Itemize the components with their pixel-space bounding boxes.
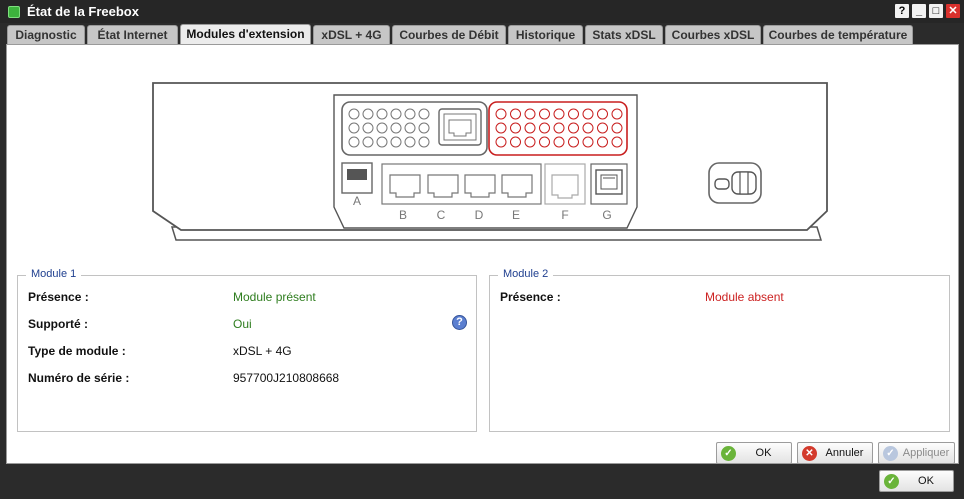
module1-type-value: xDSL + 4G (233, 344, 292, 358)
vent-hole (495, 108, 507, 120)
vent-hole (597, 136, 608, 148)
check-icon: ✓ (884, 473, 899, 489)
vent-hole (348, 108, 360, 120)
vent-hole (611, 122, 623, 134)
vent-hole (390, 122, 402, 134)
vent-hole (539, 122, 550, 134)
vent-hole (597, 122, 608, 134)
vent-hole (418, 108, 430, 120)
check-icon: ✓ (721, 445, 736, 461)
window-controls: ? _ □ ✕ (895, 4, 960, 18)
vent-hole (524, 136, 536, 148)
port-label-a: A (353, 194, 361, 208)
tab-diagnostic[interactable]: Diagnostic (7, 25, 85, 45)
tab-courbes-debit[interactable]: Courbes de Débit (392, 25, 506, 45)
maximize-button[interactable]: □ (929, 4, 943, 18)
window-title: État de la Freebox (27, 4, 139, 19)
module1-supported-label: Supporté : (28, 317, 88, 331)
vent-hole (495, 122, 507, 134)
vent-hole (524, 108, 536, 120)
port-label-e: E (512, 208, 520, 222)
vent-hole (611, 108, 623, 120)
freebox-rear-diagram: A B C D E F G (152, 82, 828, 241)
vent-hole (390, 108, 402, 120)
tab-historique[interactable]: Historique (508, 25, 583, 45)
port-label-f: F (561, 208, 568, 222)
tab-xdsl-4g[interactable]: xDSL + 4G (313, 25, 390, 45)
vent-hole (362, 108, 374, 120)
cancel-icon: ✕ (802, 445, 817, 461)
help-window-button[interactable]: ? (895, 4, 909, 18)
module1-presence-label: Présence : (28, 290, 89, 304)
vent-hole (553, 108, 565, 120)
ok-button[interactable]: ✓ OK (716, 442, 792, 464)
tab-modules-extension[interactable]: Modules d'extension (180, 24, 311, 46)
tab-etat-internet[interactable]: État Internet (87, 25, 178, 45)
close-button[interactable]: ✕ (946, 4, 960, 18)
outer-ok-button[interactable]: ✓ OK (879, 470, 954, 492)
vent-hole (362, 136, 374, 148)
vent-hole (597, 108, 608, 120)
vent-hole (568, 108, 579, 120)
freebox-app-icon (8, 5, 20, 18)
module1-serial-value: 957700J210808668 (233, 371, 340, 385)
vent-hole (348, 136, 360, 148)
vent-hole (611, 136, 623, 148)
vent-hole (362, 122, 374, 134)
vent-hole (376, 136, 388, 148)
vent-hole (582, 122, 594, 134)
module1-group: Module 1 Présence : Module présent Suppo… (17, 268, 477, 432)
module1-presence-value: Module présent (233, 290, 316, 304)
module2-vents (495, 108, 623, 148)
vent-hole (568, 122, 579, 134)
vent-hole (376, 108, 388, 120)
vent-hole (404, 136, 416, 148)
vent-hole (510, 108, 521, 120)
vent-hole (524, 122, 536, 134)
vent-hole (348, 122, 360, 134)
tab-courbes-temperature[interactable]: Courbes de température (763, 25, 913, 45)
tab-courbes-xdsl[interactable]: Courbes xDSL (665, 25, 761, 45)
minimize-button[interactable]: _ (912, 4, 926, 18)
port-label-b: B (399, 208, 407, 222)
tab-bar: Diagnostic État Internet Modules d'exten… (0, 23, 964, 46)
port-label-d: D (475, 208, 484, 222)
vent-hole (418, 136, 430, 148)
port-label-c: C (437, 208, 446, 222)
vent-hole (404, 122, 416, 134)
vent-hole (418, 122, 430, 134)
vent-hole (553, 136, 565, 148)
module2-group: Module 2 Présence : Module absent (489, 268, 950, 432)
module1-type-label: Type de module : (28, 344, 126, 358)
vent-hole (510, 136, 521, 148)
vent-hole (582, 108, 594, 120)
vent-hole (568, 136, 579, 148)
title-bar: État de la Freebox ? _ □ ✕ (0, 0, 964, 23)
modules-panel: A B C D E F G Module 1 Présence : Module… (6, 44, 959, 464)
module2-presence-label: Présence : (500, 290, 561, 304)
module1-supported-value: Oui (233, 317, 252, 331)
vent-hole (553, 122, 565, 134)
vent-hole (539, 136, 550, 148)
help-icon[interactable]: ? (452, 315, 467, 330)
vent-hole (539, 108, 550, 120)
apply-button[interactable]: ✓ Appliquer (878, 442, 955, 464)
module2-legend: Module 2 (498, 268, 554, 280)
vent-hole (582, 136, 594, 148)
vent-hole (495, 136, 507, 148)
cancel-button[interactable]: ✕ Annuler (797, 442, 873, 464)
port-label-g: G (602, 208, 611, 222)
vent-hole (376, 122, 388, 134)
vent-hole (390, 136, 402, 148)
apply-icon: ✓ (883, 445, 898, 461)
port-f (551, 174, 579, 199)
module1-serial-label: Numéro de série : (28, 371, 130, 385)
module1-legend: Module 1 (26, 268, 82, 280)
module2-presence-value: Module absent (705, 290, 784, 304)
tab-stats-xdsl[interactable]: Stats xDSL (585, 25, 663, 45)
port-g (595, 169, 623, 195)
vent-hole (510, 122, 521, 134)
vent-hole (404, 108, 416, 120)
